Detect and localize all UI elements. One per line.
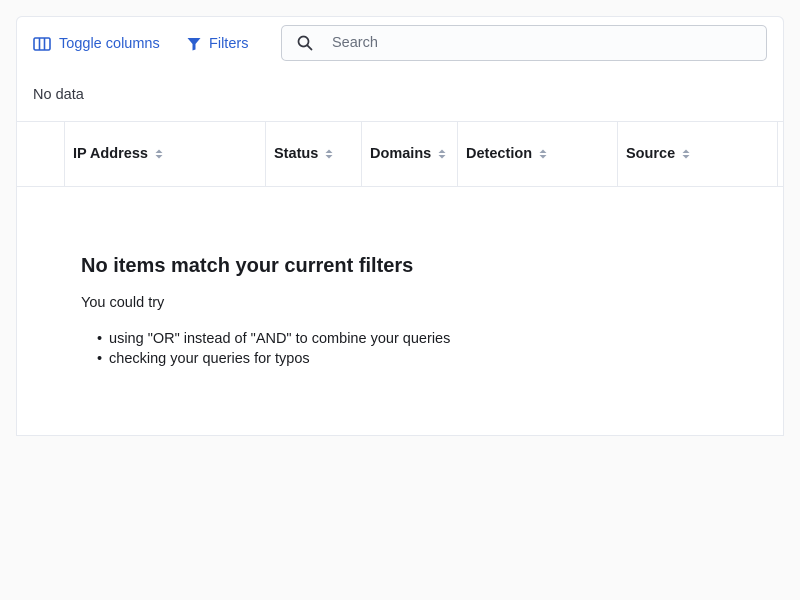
search-icon bbox=[295, 33, 315, 53]
search-field[interactable] bbox=[281, 25, 767, 61]
sort-icon bbox=[155, 149, 163, 159]
filters-label: Filters bbox=[209, 36, 249, 52]
filters-button[interactable]: Filters bbox=[187, 33, 248, 55]
column-header-label: IP Address bbox=[73, 146, 148, 162]
toggle-columns-label: Toggle columns bbox=[59, 36, 160, 52]
sort-icon bbox=[539, 149, 547, 159]
empty-state: No items match your current filters You … bbox=[81, 253, 681, 369]
column-header-detection[interactable]: Detection bbox=[458, 122, 618, 186]
table-header: IP Address Status Domains Detection Sour bbox=[17, 121, 783, 187]
sort-icon bbox=[325, 149, 333, 159]
suggestion-item: using "OR" instead of "AND" to combine y… bbox=[81, 329, 681, 349]
column-header-ip-address[interactable]: IP Address bbox=[65, 122, 266, 186]
empty-state-body: You could try bbox=[81, 295, 165, 311]
search-input[interactable] bbox=[330, 34, 734, 52]
columns-icon bbox=[33, 37, 51, 51]
column-header-label: Source bbox=[626, 146, 676, 162]
column-header-label: Detection bbox=[466, 146, 533, 162]
column-header-label: Domains bbox=[370, 146, 432, 162]
sort-icon bbox=[682, 149, 690, 159]
results-count: No data bbox=[33, 87, 84, 103]
selection-column-header bbox=[17, 122, 65, 186]
suggestion-item: checking your queries for typos bbox=[81, 349, 681, 369]
column-header-source[interactable]: Source bbox=[618, 122, 778, 186]
table-toolbar: Toggle columns Filters bbox=[17, 17, 783, 71]
filter-icon bbox=[187, 37, 201, 51]
column-header-status[interactable]: Status bbox=[266, 122, 362, 186]
sort-icon bbox=[438, 149, 446, 159]
column-header-overflow bbox=[778, 122, 783, 186]
empty-state-suggestions: using "OR" instead of "AND" to combine y… bbox=[81, 329, 681, 369]
empty-state-title: No items match your current filters bbox=[81, 255, 414, 277]
toggle-columns-button[interactable]: Toggle columns bbox=[33, 33, 160, 55]
column-header-domains[interactable]: Domains bbox=[362, 122, 458, 186]
column-header-label: Status bbox=[274, 146, 319, 162]
ip-table-panel: Toggle columns Filters No data IP Ad bbox=[16, 16, 784, 436]
